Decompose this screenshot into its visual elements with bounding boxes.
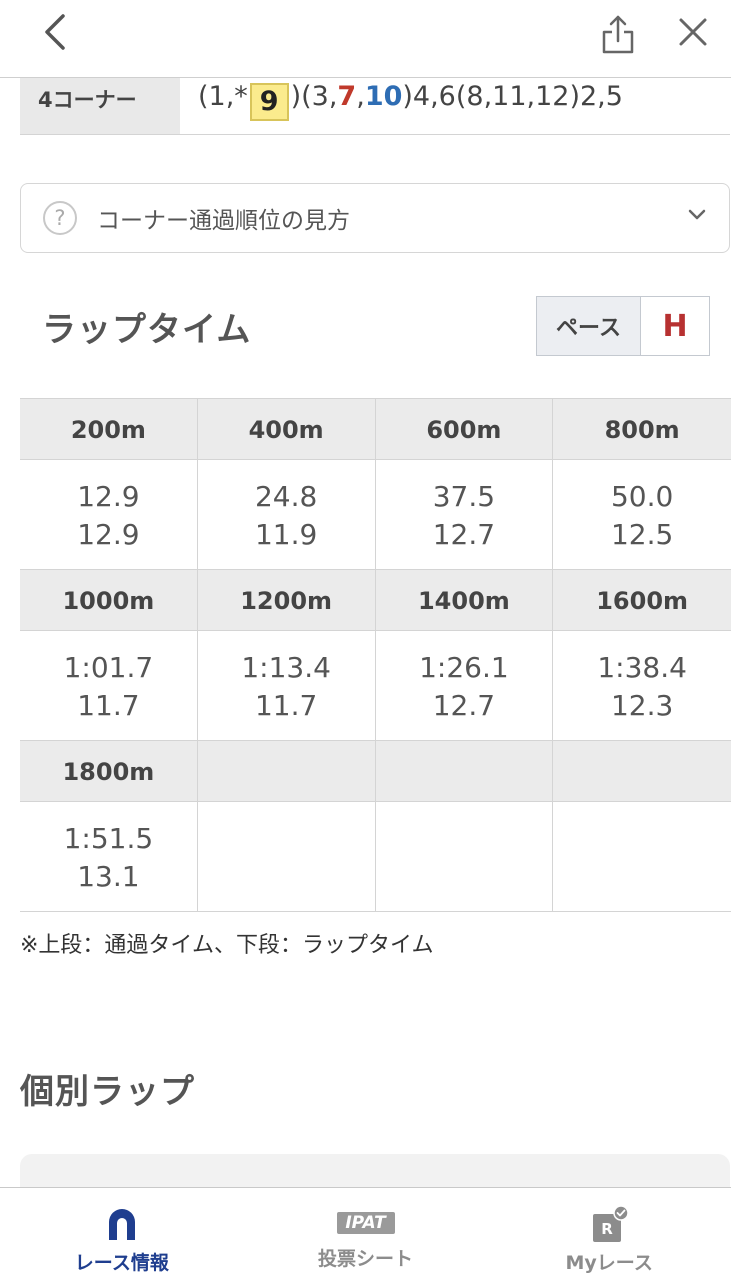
lap-time: 12.5 — [610, 518, 674, 551]
back-button[interactable] — [32, 10, 76, 54]
split-time: 1:01.7 — [63, 651, 154, 684]
lap-cell — [197, 802, 376, 912]
distance-header: 800m — [553, 399, 731, 460]
lap-time: 11.9 — [254, 518, 318, 551]
top-bar — [0, 0, 731, 78]
individual-lap-title: 個別ラップ — [20, 1072, 195, 1112]
question-icon: ? — [43, 201, 77, 235]
split-time: 1:38.4 — [597, 651, 687, 684]
blue-horse-number: 10 — [364, 81, 403, 112]
lap-cell: 50.0 12.5 — [553, 460, 731, 570]
corner-help-accordion[interactable]: ? コーナー通過順位の見方 — [20, 183, 730, 253]
share-button[interactable] — [596, 10, 640, 58]
lap-cell: 1:01.7 11.7 — [20, 631, 198, 741]
distance-header: 1800m — [20, 741, 198, 802]
lap-time-title: ラップタイム — [42, 310, 252, 350]
highlighted-horse-number: 9 — [249, 83, 289, 121]
lap-cell — [375, 802, 554, 912]
my-race-badge-letter: R — [601, 1220, 613, 1238]
chevron-down-icon — [688, 209, 706, 220]
chevron-left-icon — [45, 14, 65, 50]
distance-header — [375, 741, 554, 802]
distance-header: 1200m — [197, 570, 376, 631]
corner-order-part-2: )(3, — [290, 81, 338, 112]
share-icon — [602, 15, 634, 54]
distance-header: 400m — [197, 399, 376, 460]
corner-order-part-1: (1,* — [198, 81, 248, 112]
distance-header — [197, 741, 376, 802]
tab-label: 投票シート — [318, 1248, 414, 1270]
lap-cell: 1:26.1 12.7 — [375, 631, 554, 741]
lap-time: 11.7 — [254, 689, 318, 722]
pace-indicator: ペース H — [536, 296, 710, 356]
bottom-tab-bar: レース情報 IPAT 投票シート R Myレース — [0, 1187, 731, 1284]
lap-time: 11.7 — [77, 689, 140, 722]
lap-cell: 1:38.4 12.3 — [553, 631, 731, 741]
split-time: 1:26.1 — [419, 651, 509, 684]
horseshoe-icon — [108, 1209, 135, 1240]
table-row: 12.9 12.9 24.8 11.9 37.5 12.7 50.0 12.5 — [20, 460, 731, 570]
my-race-icon: R — [593, 1206, 629, 1242]
distance-header: 600m — [375, 399, 554, 460]
lap-cell — [553, 802, 731, 912]
tab-label: レース情報 — [74, 1252, 169, 1274]
distance-header: 1600m — [553, 570, 731, 631]
red-horse-number: 7 — [337, 81, 357, 112]
distance-header: 1000m — [20, 570, 198, 631]
close-button[interactable] — [671, 10, 715, 54]
corner-passing-order: (1,* 9 )(3, 7 , 10 )4,6(8,11,12)2,5 — [180, 78, 730, 134]
split-time: 1:51.5 — [63, 822, 154, 855]
tab-label: Myレース — [565, 1252, 653, 1274]
distance-header: 1400m — [375, 570, 554, 631]
lap-time: 13.1 — [77, 860, 140, 893]
distance-header — [553, 741, 731, 802]
lap-time: 12.7 — [432, 689, 496, 722]
table-header-row: 200m 400m 600m 800m — [20, 399, 731, 460]
table-header-row: 1000m 1200m 1400m 1600m — [20, 570, 731, 631]
lap-time: 12.3 — [610, 689, 674, 722]
close-icon — [679, 18, 707, 46]
split-time: 1:13.4 — [241, 651, 331, 684]
tab-my-race[interactable]: R Myレース — [487, 1188, 731, 1284]
table-row: 1:01.7 11.7 1:13.4 11.7 1:26.1 12.7 1:38.4 1… — [20, 631, 731, 741]
split-time: 24.8 — [254, 480, 318, 513]
lap-cell: 24.8 11.9 — [197, 460, 376, 570]
distance-header: 200m — [20, 399, 198, 460]
lap-cell: 1:13.4 11.7 — [197, 631, 376, 741]
lap-time: 12.7 — [432, 518, 496, 551]
corner-passing-row: 4コーナー (1,* 9 )(3, 7 , 10 )4,6(8,11,12)2,… — [20, 78, 730, 135]
lap-time-table: 200m 400m 600m 800m 12.9 12.9 24.8 11.9 37… — [20, 398, 731, 912]
tab-vote-sheet[interactable]: IPAT 投票シート — [244, 1188, 488, 1284]
lap-time: 12.9 — [77, 518, 140, 551]
ipat-icon: IPAT — [336, 1212, 395, 1234]
corner-order-part-3: )4,6(8,11,12)2,5 — [402, 81, 623, 112]
corner-help-label: コーナー通過順位の見方 — [97, 208, 350, 234]
pace-value: H — [662, 308, 688, 344]
split-time: 50.0 — [610, 480, 674, 513]
split-time: 12.9 — [77, 480, 140, 513]
lap-cell: 37.5 12.7 — [375, 460, 554, 570]
tab-race-info[interactable]: レース情報 — [0, 1188, 244, 1284]
corner-order-comma: , — [356, 81, 365, 112]
table-row: 1:51.5 13.1 — [20, 802, 731, 912]
lap-table-note: ※上段：通過タイム、下段：ラップタイム — [20, 933, 434, 958]
lap-cell: 12.9 12.9 — [20, 460, 198, 570]
table-header-row: 1800m — [20, 741, 731, 802]
corner-label: 4コーナー — [20, 78, 180, 134]
pace-label: ペース — [537, 297, 641, 355]
lap-cell: 1:51.5 13.1 — [20, 802, 198, 912]
split-time: 37.5 — [432, 480, 496, 513]
